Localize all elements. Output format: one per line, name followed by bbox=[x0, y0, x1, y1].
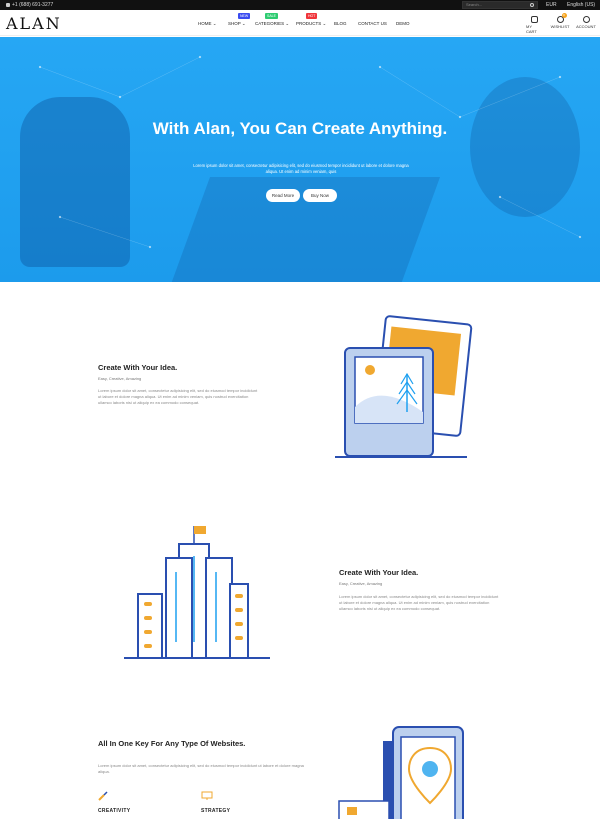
feature-item-strategy: STRATEGY bbox=[201, 808, 231, 814]
nav-badge: NEW bbox=[238, 13, 251, 19]
nav-badge: HOT bbox=[306, 13, 318, 19]
header-my-cart[interactable]: MY CART bbox=[526, 16, 542, 34]
phone-icon bbox=[6, 3, 10, 7]
hero-network-pattern bbox=[38, 55, 582, 249]
nav-item-categories[interactable]: CATEGORIES ⌄ SALE bbox=[255, 13, 290, 27]
header-icon-label: WISHLIST bbox=[550, 24, 570, 29]
nav-item-shop[interactable]: SHOP ⌄ NEW bbox=[228, 13, 251, 27]
nav-item-contact-us[interactable]: CONTACT US bbox=[358, 21, 387, 26]
nav-label: CONTACT US bbox=[358, 21, 387, 26]
buildings-illustration bbox=[124, 526, 270, 659]
chevron-down-icon: ⌄ bbox=[321, 21, 327, 26]
nav-item-products[interactable]: PRODUCTS ⌄ HOT bbox=[296, 13, 327, 27]
main-nav: HOME ⌄ SHOP ⌄ NEW CATEGORIES ⌄ SALE PRODUCTS … bbox=[0, 10, 600, 36]
nav-item-demo[interactable]: DEMO bbox=[396, 21, 410, 26]
nav-label: PRODUCTS bbox=[296, 21, 322, 26]
hero-title: With Alan, You Can Create Anything. bbox=[152, 119, 448, 138]
nav-badge: SALE bbox=[265, 13, 278, 19]
monitor-icon bbox=[201, 791, 213, 800]
nav-label: HOME bbox=[198, 21, 212, 26]
header-account[interactable]: ACCOUNT bbox=[576, 16, 596, 34]
phone-location-illustration bbox=[338, 726, 464, 819]
header-icon-label: MY CART bbox=[526, 24, 537, 34]
hero-text: Lorem ipsum dolor sit amet, consectetur … bbox=[193, 163, 409, 174]
feature2-subtitle: Easy, Creative, Amazing bbox=[339, 581, 383, 586]
search-icon[interactable] bbox=[530, 3, 534, 7]
feature3-text: Lorem ipsum dolor sit amet, consectetur … bbox=[98, 763, 304, 774]
currency-selector[interactable]: EUR bbox=[546, 2, 557, 8]
chevron-down-icon: ⌄ bbox=[211, 21, 217, 26]
chevron-down-icon: ⌄ bbox=[240, 21, 246, 26]
nav-label: BLOG bbox=[334, 21, 347, 26]
phone-number: +1 (688) 691-3277 bbox=[12, 2, 54, 8]
header-actions: MY CART 0 WISHLIST ACCOUNT bbox=[526, 13, 596, 34]
feature1-title: Create With Your Idea. bbox=[98, 363, 178, 372]
hero-banner: With Alan, You Can Create Anything. Lore… bbox=[0, 37, 600, 282]
header-wishlist[interactable]: 0 WISHLIST bbox=[550, 13, 570, 34]
feature2-text: Lorem ipsum dolor sit amet, consectetur … bbox=[339, 594, 499, 611]
header-icon-label: ACCOUNT bbox=[576, 24, 596, 29]
nav-label: DEMO bbox=[396, 21, 410, 26]
feature2-title: Create With Your Idea. bbox=[339, 568, 419, 577]
photo-frame-illustration bbox=[335, 315, 473, 458]
site-header: ALAN HOME ⌄ SHOP ⌄ NEW CATEGORIES ⌄ SALE PROD… bbox=[0, 10, 600, 36]
top-bar: +1 (688) 691-3277 Search... EUR English … bbox=[0, 0, 600, 10]
brush-icon bbox=[98, 791, 108, 801]
feature1-subtitle: Easy, Creative, Amazing bbox=[98, 376, 142, 381]
heart-icon: 0 bbox=[556, 13, 567, 23]
nav-item-home[interactable]: HOME ⌄ bbox=[198, 21, 217, 27]
feature1-text: Lorem ipsum dolor sit amet, consectetur … bbox=[98, 388, 258, 405]
buy-now-button[interactable]: Buy Now bbox=[303, 189, 337, 202]
nav-item-blog[interactable]: BLOG bbox=[334, 21, 347, 26]
read-more-button[interactable]: Read More bbox=[266, 189, 300, 202]
language-selector[interactable]: English (US) bbox=[567, 2, 595, 8]
chevron-down-icon: ⌄ bbox=[284, 21, 290, 26]
user-icon bbox=[582, 16, 590, 23]
search-placeholder: Search... bbox=[466, 2, 483, 7]
wishlist-count-badge: 0 bbox=[561, 13, 567, 18]
feature3-title: All In One Key For Any Type Of Websites. bbox=[98, 739, 246, 748]
search-input[interactable]: Search... bbox=[462, 1, 538, 9]
nav-label: CATEGORIES bbox=[255, 21, 285, 26]
nav-label: SHOP bbox=[228, 21, 241, 26]
phone-contact[interactable]: +1 (688) 691-3277 bbox=[6, 2, 53, 8]
cart-icon bbox=[530, 16, 538, 23]
feature-item-creativity: CREATIVITY bbox=[98, 808, 131, 814]
